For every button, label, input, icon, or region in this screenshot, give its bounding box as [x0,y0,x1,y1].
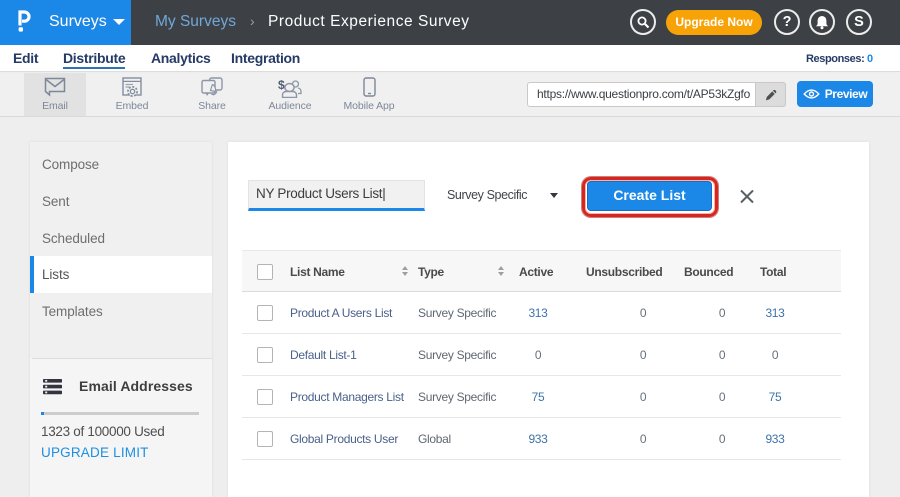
svg-text:$: $ [278,78,285,92]
